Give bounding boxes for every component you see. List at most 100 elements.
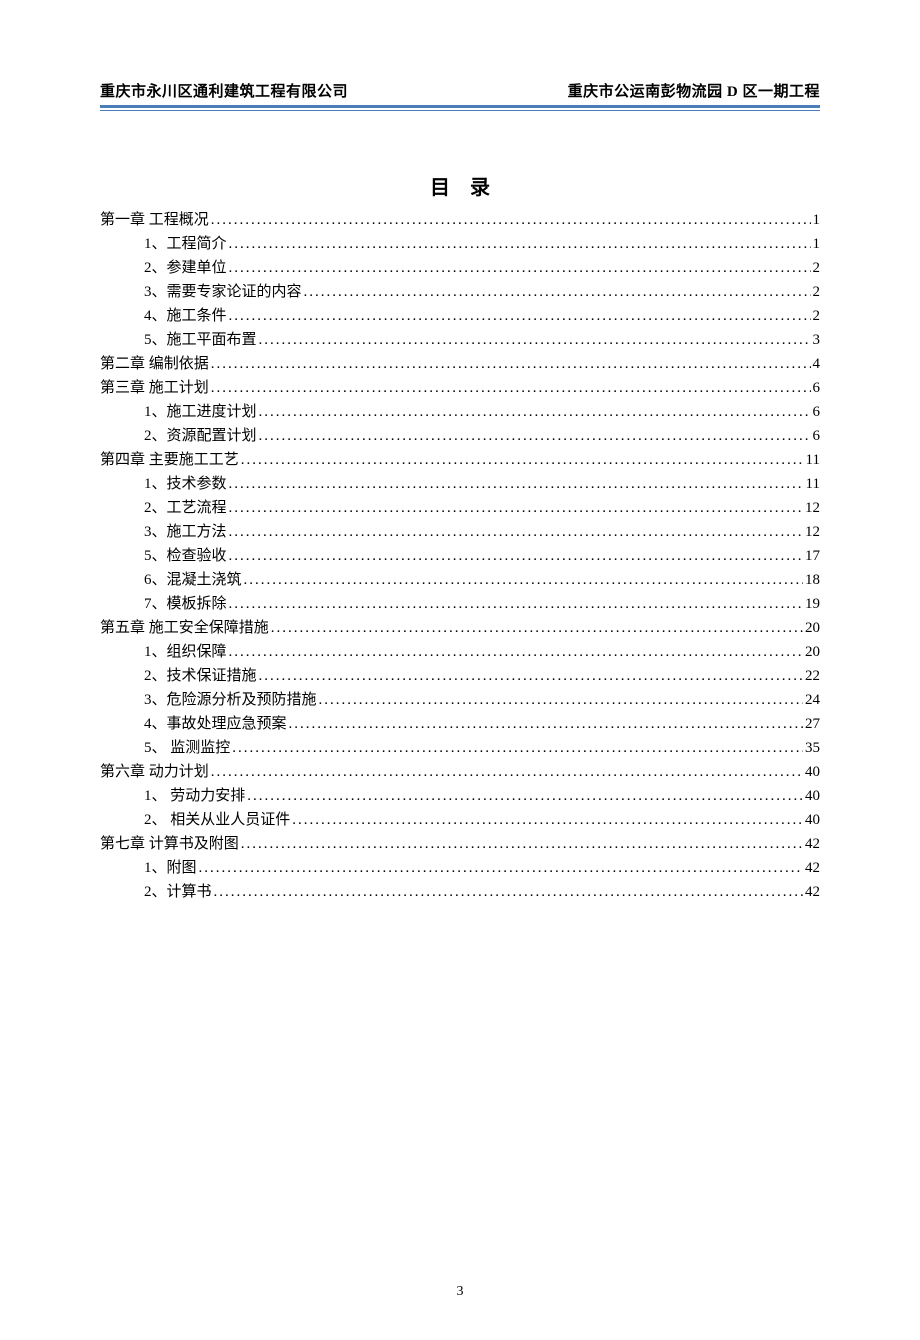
toc-page: 1 — [813, 232, 821, 256]
toc-page: 42 — [805, 880, 820, 904]
toc-label: 3、施工方法 — [144, 520, 227, 544]
toc-title: 目录 — [100, 171, 820, 200]
toc-entry: 1、附图 42 — [100, 856, 820, 880]
toc-entry: 2、工艺流程 12 — [100, 496, 820, 520]
toc-entry: 第六章 动力计划40 — [100, 760, 820, 784]
toc-page: 42 — [805, 832, 820, 856]
page-number: 3 — [100, 1284, 820, 1300]
toc-dots — [211, 208, 811, 232]
toc-dots — [229, 496, 803, 520]
toc-dots — [247, 784, 803, 808]
toc-page: 19 — [805, 592, 820, 616]
toc-dots — [244, 568, 803, 592]
toc-label: 3、危险源分析及预防措施 — [144, 688, 317, 712]
toc-dots — [229, 256, 811, 280]
toc-dots — [241, 448, 804, 472]
toc-page: 40 — [805, 760, 820, 784]
toc-dots — [211, 376, 811, 400]
toc-dots — [229, 520, 803, 544]
toc-label: 4、施工条件 — [144, 304, 227, 328]
toc-page: 20 — [805, 640, 820, 664]
toc-label: 4、事故处理应急预案 — [144, 712, 287, 736]
toc-entry: 4、事故处理应急预案 27 — [100, 712, 820, 736]
toc-entry: 3、需要专家论证的内容 2 — [100, 280, 820, 304]
toc-label: 1、组织保障 — [144, 640, 227, 664]
toc-dots — [214, 880, 803, 904]
toc-label: 1、施工进度计划 — [144, 400, 257, 424]
toc-entry: 3、危险源分析及预防措施24 — [100, 688, 820, 712]
toc-dots — [229, 304, 811, 328]
toc-page: 27 — [805, 712, 820, 736]
toc-label: 1、附图 — [144, 856, 197, 880]
header-divider — [100, 105, 820, 111]
toc-label: 6、混凝土浇筑 — [144, 568, 242, 592]
toc-entry: 5、施工平面布置 3 — [100, 328, 820, 352]
toc-page: 4 — [813, 352, 821, 376]
toc-page: 20 — [805, 616, 820, 640]
toc-page: 40 — [805, 784, 820, 808]
toc-entry: 2、 相关从业人员证件 40 — [100, 808, 820, 832]
toc-dots — [292, 808, 803, 832]
toc-label: 第一章 工程概况 — [100, 208, 209, 232]
toc-label: 2、技术保证措施 — [144, 664, 257, 688]
toc-label: 5、施工平面布置 — [144, 328, 257, 352]
toc-dots — [304, 280, 811, 304]
toc-page: 3 — [813, 328, 821, 352]
toc-label: 2、工艺流程 — [144, 496, 227, 520]
toc-entry: 2、计算书42 — [100, 880, 820, 904]
toc-page: 6 — [813, 424, 821, 448]
toc-dots — [229, 544, 803, 568]
toc-dots — [229, 640, 803, 664]
toc-dots — [259, 328, 811, 352]
toc-dots — [229, 472, 804, 496]
toc-entry: 1、技术参数11 — [100, 472, 820, 496]
toc-entry: 第四章 主要施工工艺11 — [100, 448, 820, 472]
toc-dots — [259, 400, 811, 424]
toc-entry: 第一章 工程概况1 — [100, 208, 820, 232]
toc-entry: 1、工程简介1 — [100, 232, 820, 256]
toc-label: 2、 相关从业人员证件 — [144, 808, 290, 832]
toc-page: 22 — [805, 664, 820, 688]
toc-label: 1、技术参数 — [144, 472, 227, 496]
toc-page: 2 — [813, 280, 821, 304]
toc-label: 5、 监测监控 — [144, 736, 230, 760]
toc-entry: 5、检查验收 17 — [100, 544, 820, 568]
toc-page: 6 — [813, 400, 821, 424]
toc-entry: 2、参建单位2 — [100, 256, 820, 280]
toc-page: 6 — [813, 376, 821, 400]
toc-dots — [199, 856, 803, 880]
toc-entry: 6、混凝土浇筑18 — [100, 568, 820, 592]
toc-label: 1、 劳动力安排 — [144, 784, 245, 808]
toc-entry: 7、模板拆除19 — [100, 592, 820, 616]
toc-label: 第七章 计算书及附图 — [100, 832, 239, 856]
toc-page: 40 — [805, 808, 820, 832]
toc-dots — [241, 832, 803, 856]
toc-label: 2、参建单位 — [144, 256, 227, 280]
toc-label: 2、资源配置计划 — [144, 424, 257, 448]
toc-dots — [229, 592, 803, 616]
toc-page: 42 — [805, 856, 820, 880]
page-header: 重庆市永川区通利建筑工程有限公司 重庆市公运南彭物流园 D 区一期工程 — [100, 80, 820, 101]
toc-entry: 4、施工条件2 — [100, 304, 820, 328]
toc-label: 3、需要专家论证的内容 — [144, 280, 302, 304]
toc-page: 12 — [805, 520, 820, 544]
toc-dots — [259, 664, 803, 688]
toc-entry: 1、组织保障 20 — [100, 640, 820, 664]
toc-entry: 3、施工方法 12 — [100, 520, 820, 544]
toc-container: 第一章 工程概况11、工程简介12、参建单位23、需要专家论证的内容24、施工条… — [100, 208, 820, 904]
toc-dots — [259, 424, 811, 448]
toc-dots — [211, 352, 811, 376]
toc-dots — [271, 616, 803, 640]
toc-entry: 2、技术保证措施 22 — [100, 664, 820, 688]
toc-label: 第二章 编制依据 — [100, 352, 209, 376]
toc-dots — [319, 688, 803, 712]
toc-page: 17 — [805, 544, 820, 568]
toc-label: 5、检查验收 — [144, 544, 227, 568]
toc-label: 第五章 施工安全保障措施 — [100, 616, 269, 640]
header-left: 重庆市永川区通利建筑工程有限公司 — [100, 80, 348, 101]
toc-page: 12 — [805, 496, 820, 520]
header-right: 重庆市公运南彭物流园 D 区一期工程 — [568, 80, 820, 101]
toc-dots — [289, 712, 803, 736]
toc-page: 11 — [806, 448, 820, 472]
toc-entry: 第五章 施工安全保障措施 20 — [100, 616, 820, 640]
